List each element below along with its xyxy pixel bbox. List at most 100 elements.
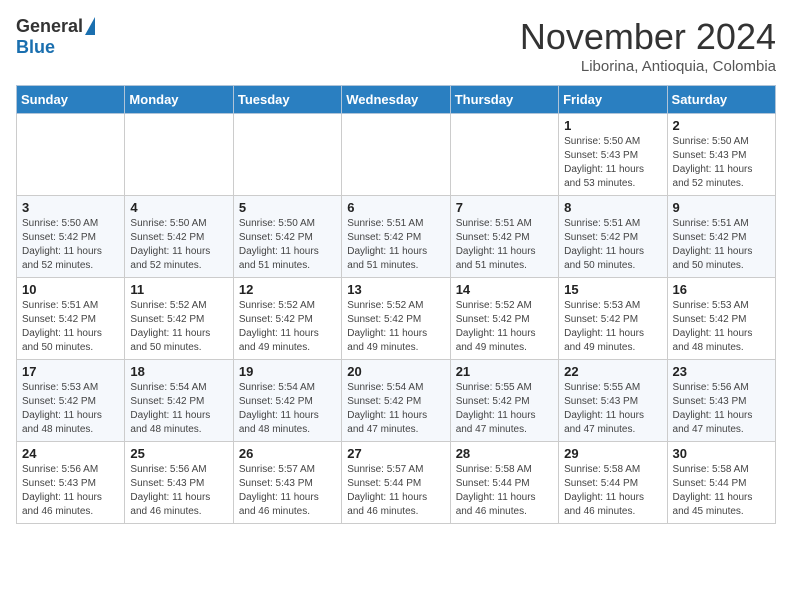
day-info: Sunrise: 5:53 AM Sunset: 5:42 PM Dayligh… [673, 299, 770, 355]
calendar-body: 1 Sunrise: 5:50 AM Sunset: 5:43 PM Daylig… [17, 114, 776, 524]
calendar-cell: 4 Sunrise: 5:50 AM Sunset: 5:42 PM Daylig… [125, 196, 233, 278]
calendar-header: SundayMondayTuesdayWednesdayThursdayFrid… [17, 86, 776, 114]
day-info: Sunrise: 5:50 AM Sunset: 5:43 PM Dayligh… [673, 135, 770, 191]
day-number: 27 [347, 446, 444, 461]
day-info: Sunrise: 5:54 AM Sunset: 5:42 PM Dayligh… [130, 381, 227, 437]
calendar-cell: 24 Sunrise: 5:56 AM Sunset: 5:43 PM Dayli… [17, 442, 125, 524]
calendar-cell: 8 Sunrise: 5:51 AM Sunset: 5:42 PM Daylig… [559, 196, 667, 278]
day-info: Sunrise: 5:52 AM Sunset: 5:42 PM Dayligh… [347, 299, 444, 355]
logo: General Blue [16, 16, 95, 58]
day-number: 4 [130, 200, 227, 215]
calendar-cell: 6Sunrise: 5:51 AM Sunset: 5:42 PM Daylig… [342, 196, 450, 278]
calendar-cell: 21 Sunrise: 5:55 AM Sunset: 5:42 PM Dayli… [450, 360, 558, 442]
day-header-tuesday: Tuesday [233, 86, 341, 114]
day-number: 10 [22, 282, 119, 297]
day-number: 7 [456, 200, 553, 215]
day-info: Sunrise: 5:51 AM Sunset: 5:42 PM Dayligh… [673, 217, 770, 273]
calendar-cell: 11Sunrise: 5:52 AM Sunset: 5:42 PM Dayli… [125, 278, 233, 360]
calendar-cell [450, 114, 558, 196]
day-number: 21 [456, 364, 553, 379]
day-info: Sunrise: 5:53 AM Sunset: 5:42 PM Dayligh… [22, 381, 119, 437]
day-number: 1 [564, 118, 661, 133]
calendar-cell: 14 Sunrise: 5:52 AM Sunset: 5:42 PM Dayli… [450, 278, 558, 360]
day-number: 3 [22, 200, 119, 215]
day-info: Sunrise: 5:57 AM Sunset: 5:43 PM Dayligh… [239, 463, 336, 519]
day-number: 30 [673, 446, 770, 461]
day-info: Sunrise: 5:57 AM Sunset: 5:44 PM Dayligh… [347, 463, 444, 519]
day-number: 12 [239, 282, 336, 297]
location: Liborina, Antioquia, Colombia [520, 58, 776, 75]
calendar-cell: 20Sunrise: 5:54 AM Sunset: 5:42 PM Dayli… [342, 360, 450, 442]
calendar-cell [17, 114, 125, 196]
calendar-cell: 7Sunrise: 5:51 AM Sunset: 5:42 PM Daylig… [450, 196, 558, 278]
calendar-cell: 22 Sunrise: 5:55 AM Sunset: 5:43 PM Dayli… [559, 360, 667, 442]
day-info: Sunrise: 5:58 AM Sunset: 5:44 PM Dayligh… [456, 463, 553, 519]
calendar-cell: 15 Sunrise: 5:53 AM Sunset: 5:42 PM Dayli… [559, 278, 667, 360]
title-area: November 2024 Liborina, Antioquia, Colom… [520, 16, 776, 75]
day-info: Sunrise: 5:56 AM Sunset: 5:43 PM Dayligh… [22, 463, 119, 519]
day-info: Sunrise: 5:54 AM Sunset: 5:42 PM Dayligh… [239, 381, 336, 437]
calendar-cell: 23 Sunrise: 5:56 AM Sunset: 5:43 PM Dayli… [667, 360, 775, 442]
calendar-cell: 1 Sunrise: 5:50 AM Sunset: 5:43 PM Daylig… [559, 114, 667, 196]
day-header-saturday: Saturday [667, 86, 775, 114]
day-info: Sunrise: 5:50 AM Sunset: 5:42 PM Dayligh… [130, 217, 227, 273]
week-row-3: 10 Sunrise: 5:51 AM Sunset: 5:42 PM Dayli… [17, 278, 776, 360]
day-info: Sunrise: 5:52 AM Sunset: 5:42 PM Dayligh… [456, 299, 553, 355]
calendar: SundayMondayTuesdayWednesdayThursdayFrid… [16, 85, 776, 524]
day-info: Sunrise: 5:50 AM Sunset: 5:42 PM Dayligh… [22, 217, 119, 273]
day-number: 23 [673, 364, 770, 379]
calendar-cell: 9 Sunrise: 5:51 AM Sunset: 5:42 PM Daylig… [667, 196, 775, 278]
day-number: 15 [564, 282, 661, 297]
day-info: Sunrise: 5:51 AM Sunset: 5:42 PM Dayligh… [564, 217, 661, 273]
day-number: 18 [130, 364, 227, 379]
week-row-1: 1 Sunrise: 5:50 AM Sunset: 5:43 PM Daylig… [17, 114, 776, 196]
calendar-cell [342, 114, 450, 196]
day-info: Sunrise: 5:51 AM Sunset: 5:42 PM Dayligh… [22, 299, 119, 355]
day-info: Sunrise: 5:58 AM Sunset: 5:44 PM Dayligh… [564, 463, 661, 519]
day-number: 22 [564, 364, 661, 379]
calendar-cell: 26 Sunrise: 5:57 AM Sunset: 5:43 PM Dayli… [233, 442, 341, 524]
header: General Blue November 2024 Liborina, Ant… [16, 16, 776, 75]
day-number: 14 [456, 282, 553, 297]
day-number: 2 [673, 118, 770, 133]
week-row-4: 17 Sunrise: 5:53 AM Sunset: 5:42 PM Dayli… [17, 360, 776, 442]
week-row-5: 24 Sunrise: 5:56 AM Sunset: 5:43 PM Dayli… [17, 442, 776, 524]
day-number: 26 [239, 446, 336, 461]
day-number: 28 [456, 446, 553, 461]
day-info: Sunrise: 5:50 AM Sunset: 5:42 PM Dayligh… [239, 217, 336, 273]
day-info: Sunrise: 5:55 AM Sunset: 5:43 PM Dayligh… [564, 381, 661, 437]
day-header-sunday: Sunday [17, 86, 125, 114]
calendar-cell: 25Sunrise: 5:56 AM Sunset: 5:43 PM Dayli… [125, 442, 233, 524]
day-info: Sunrise: 5:51 AM Sunset: 5:42 PM Dayligh… [347, 217, 444, 273]
day-info: Sunrise: 5:50 AM Sunset: 5:43 PM Dayligh… [564, 135, 661, 191]
day-number: 5 [239, 200, 336, 215]
day-number: 16 [673, 282, 770, 297]
day-header-thursday: Thursday [450, 86, 558, 114]
day-info: Sunrise: 5:56 AM Sunset: 5:43 PM Dayligh… [130, 463, 227, 519]
day-number: 17 [22, 364, 119, 379]
calendar-cell: 16 Sunrise: 5:53 AM Sunset: 5:42 PM Dayli… [667, 278, 775, 360]
calendar-cell: 18 Sunrise: 5:54 AM Sunset: 5:42 PM Dayli… [125, 360, 233, 442]
calendar-cell: 3 Sunrise: 5:50 AM Sunset: 5:42 PM Daylig… [17, 196, 125, 278]
day-header-monday: Monday [125, 86, 233, 114]
calendar-cell: 10 Sunrise: 5:51 AM Sunset: 5:42 PM Dayli… [17, 278, 125, 360]
day-info: Sunrise: 5:55 AM Sunset: 5:42 PM Dayligh… [456, 381, 553, 437]
day-number: 8 [564, 200, 661, 215]
day-number: 11 [130, 282, 227, 297]
day-info: Sunrise: 5:52 AM Sunset: 5:42 PM Dayligh… [239, 299, 336, 355]
day-info: Sunrise: 5:54 AM Sunset: 5:42 PM Dayligh… [347, 381, 444, 437]
calendar-cell: 27 Sunrise: 5:57 AM Sunset: 5:44 PM Dayli… [342, 442, 450, 524]
day-info: Sunrise: 5:53 AM Sunset: 5:42 PM Dayligh… [564, 299, 661, 355]
day-number: 9 [673, 200, 770, 215]
day-number: 24 [22, 446, 119, 461]
header-row: SundayMondayTuesdayWednesdayThursdayFrid… [17, 86, 776, 114]
calendar-cell: 12 Sunrise: 5:52 AM Sunset: 5:42 PM Dayli… [233, 278, 341, 360]
day-header-wednesday: Wednesday [342, 86, 450, 114]
day-number: 29 [564, 446, 661, 461]
calendar-cell [233, 114, 341, 196]
day-info: Sunrise: 5:56 AM Sunset: 5:43 PM Dayligh… [673, 381, 770, 437]
calendar-cell: 2 Sunrise: 5:50 AM Sunset: 5:43 PM Daylig… [667, 114, 775, 196]
calendar-cell [125, 114, 233, 196]
logo-triangle-icon [85, 17, 95, 35]
month-title: November 2024 [520, 16, 776, 58]
